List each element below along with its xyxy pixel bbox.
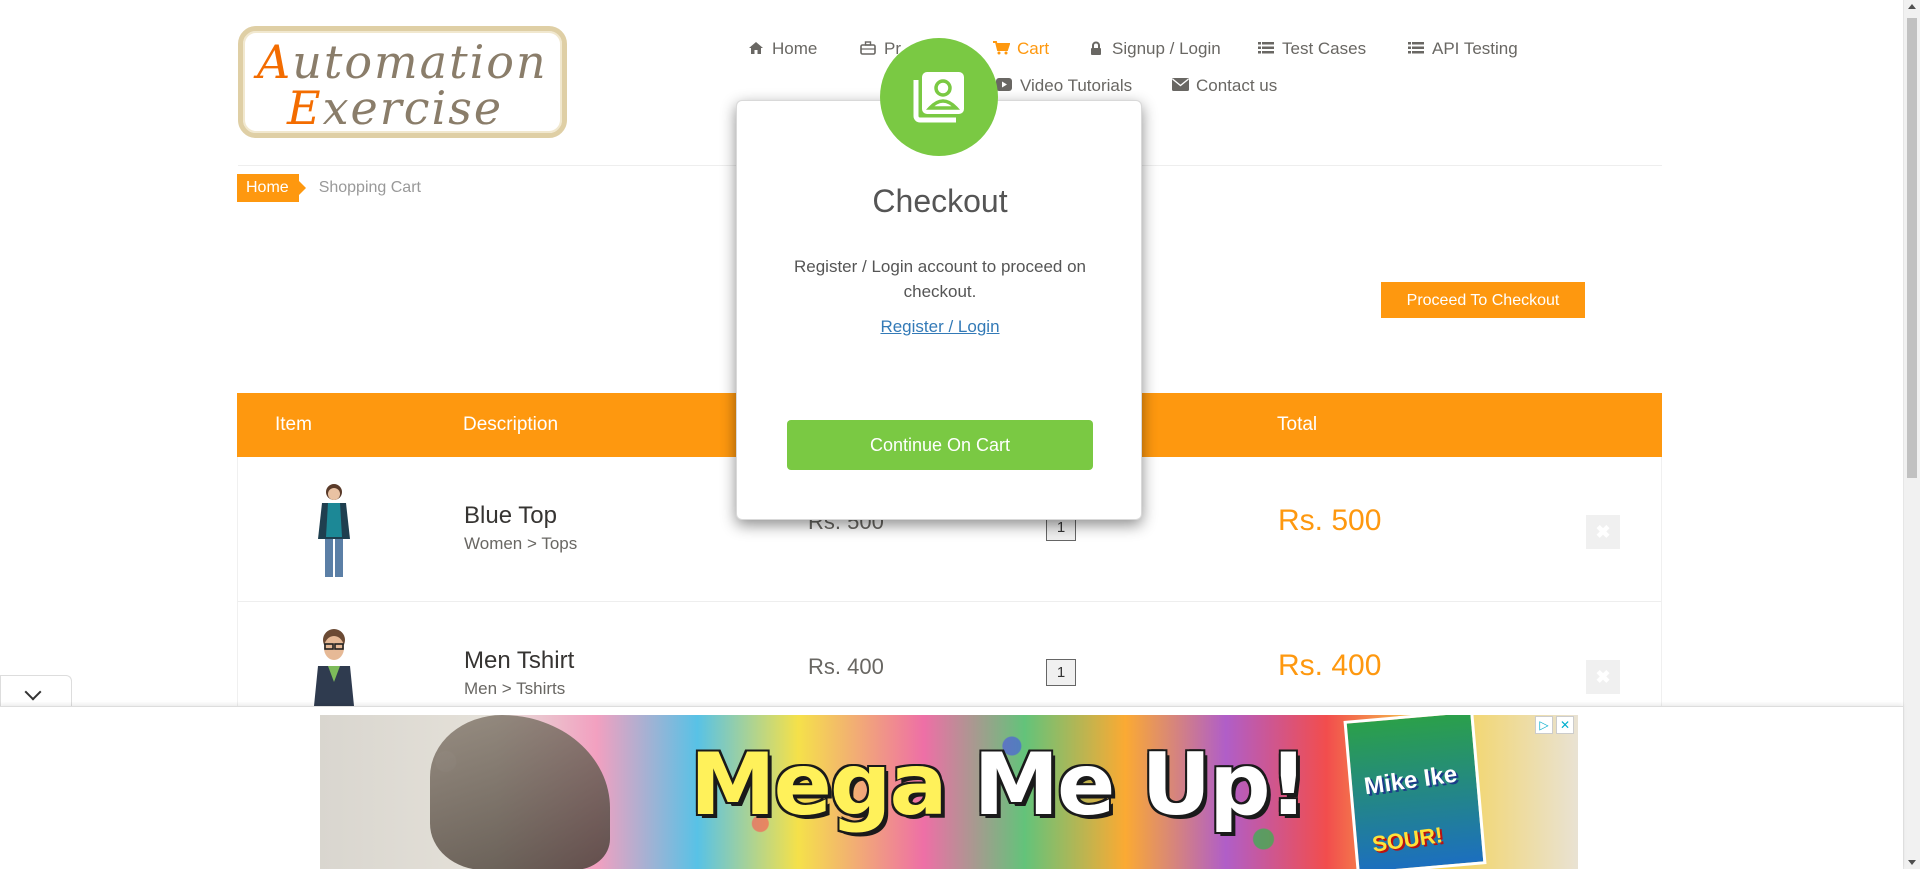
nav-video-tutorials[interactable]: Video Tutorials <box>996 76 1132 96</box>
delete-item-button[interactable]: ✖ <box>1586 660 1620 694</box>
ad-banner[interactable]: Mega Me Up! Mike Ike SOUR! <box>320 715 1578 869</box>
ad-collapse-toggle[interactable] <box>0 675 72 707</box>
youtube-icon <box>996 78 1012 94</box>
list-icon <box>1408 41 1424 57</box>
product-category: Women > Tops <box>464 534 578 553</box>
logo-line-2: Exercise <box>287 81 503 135</box>
proceed-to-checkout-button[interactable]: Proceed To Checkout <box>1381 282 1585 318</box>
product-price: Rs. 400 <box>808 654 884 679</box>
nav-contact-us[interactable]: Contact us <box>1172 76 1277 96</box>
register-login-link[interactable]: Register / Login <box>737 317 1143 337</box>
scrollbar-thumb[interactable] <box>1907 18 1917 478</box>
ad-close-icon[interactable]: ✕ <box>1556 716 1574 734</box>
nav-home-label: Home <box>772 39 818 58</box>
ad-headline: Mega Me Up! <box>690 735 1308 835</box>
briefcase-icon <box>860 41 876 57</box>
contact-book-icon <box>913 72 964 123</box>
ad-choices-icon[interactable]: ▷ <box>1535 716 1553 734</box>
nav-signup-login-label: Signup / Login <box>1112 39 1221 58</box>
logo-text-2: xercise <box>322 81 504 135</box>
ad-headline-1: Mega <box>690 735 948 835</box>
delete-item-button[interactable]: ✖ <box>1586 515 1620 549</box>
product-total: Rs. 400 <box>1278 649 1382 682</box>
header-description: Description <box>463 414 559 435</box>
nav-video-tutorials-label: Video Tutorials <box>1020 76 1133 95</box>
quantity-box: 1 <box>1046 659 1076 686</box>
lock-icon <box>1088 41 1104 57</box>
nav-home[interactable]: Home <box>748 39 817 59</box>
breadcrumb: Home Shopping Cart <box>237 174 421 202</box>
product-total: Rs. 500 <box>1278 504 1382 537</box>
continue-on-cart-button[interactable]: Continue On Cart <box>787 420 1093 470</box>
logo-capital-e: E <box>287 81 323 135</box>
nav-contact-us-label: Contact us <box>1196 76 1278 95</box>
cart-icon <box>993 41 1011 57</box>
checkout-modal: Checkout Register / Login account to pro… <box>736 100 1142 520</box>
nav-test-cases-label: Test Cases <box>1282 39 1367 58</box>
site-logo[interactable]: Automation Exercise <box>238 26 567 138</box>
breadcrumb-home-link[interactable]: Home <box>237 174 306 202</box>
list-icon <box>1258 41 1274 57</box>
ad-banner-bar: Mega Me Up! Mike Ike SOUR! <box>0 706 1903 869</box>
ad-headline-2: Me Up! <box>973 735 1307 835</box>
product-name[interactable]: Blue Top <box>464 502 557 530</box>
home-icon <box>748 41 764 57</box>
scroll-up-arrow-icon[interactable] <box>1908 4 1916 9</box>
vertical-scrollbar[interactable] <box>1903 0 1920 869</box>
breadcrumb-current: Shopping Cart <box>318 179 421 196</box>
envelope-icon <box>1172 78 1189 94</box>
modal-title: Checkout <box>872 183 1008 219</box>
nav-api-testing-label: API Testing <box>1432 39 1518 58</box>
product-name[interactable]: Men Tshirt <box>464 647 574 675</box>
modal-message: Register / Login account to proceed on c… <box>793 257 1087 301</box>
modal-badge <box>880 38 998 156</box>
chevron-down-icon <box>24 683 42 701</box>
header-item: Item <box>275 414 312 435</box>
scroll-down-arrow-icon[interactable] <box>1908 860 1916 865</box>
header-total: Total <box>1277 414 1318 435</box>
product-image[interactable] <box>298 481 370 581</box>
product-category: Men > Tshirts <box>464 679 566 698</box>
nav-cart[interactable]: Cart <box>993 39 1049 59</box>
nav-api-testing[interactable]: API Testing <box>1408 39 1518 59</box>
nav-test-cases[interactable]: Test Cases <box>1258 39 1366 59</box>
nav-signup-login[interactable]: Signup / Login <box>1088 39 1221 59</box>
nav-cart-label: Cart <box>1017 39 1050 58</box>
